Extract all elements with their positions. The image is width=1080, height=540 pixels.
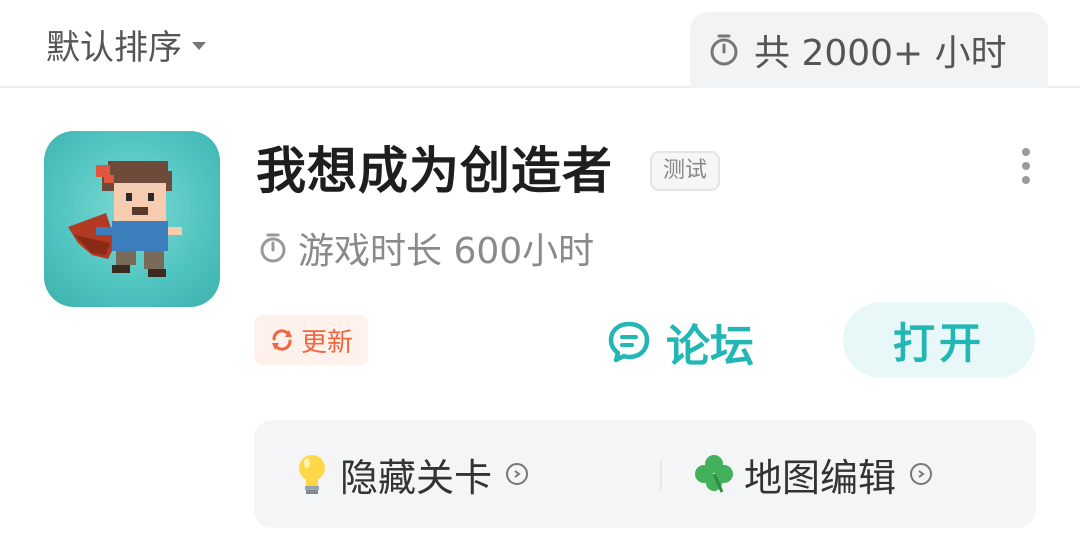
- total-playtime: 共 2000+ 小时: [690, 12, 1048, 88]
- chat-bubble-icon: [608, 321, 650, 363]
- stopwatch-icon: [710, 34, 738, 66]
- game-icon[interactable]: [44, 131, 220, 307]
- forum-label: 论坛: [666, 321, 754, 372]
- chevron-right-icon: [910, 463, 933, 485]
- sort-dropdown[interactable]: 默认排序: [46, 20, 206, 68]
- test-tag: 测试: [650, 151, 721, 191]
- open-button[interactable]: 打开: [843, 302, 1035, 378]
- game-title[interactable]: 我想成为创造者: [256, 140, 613, 202]
- sort-label: 默认排序: [46, 27, 182, 68]
- forum-button[interactable]: 论坛: [606, 310, 754, 374]
- feature-bar: 隐藏关卡 地图编辑: [254, 420, 1036, 528]
- update-label: 更新: [300, 327, 353, 358]
- feature-label: 地图编辑: [744, 455, 897, 500]
- feature-map-editor[interactable]: 地图编辑: [692, 420, 933, 528]
- update-button[interactable]: 更新: [254, 315, 368, 365]
- refresh-icon: [271, 329, 292, 351]
- more-options-icon[interactable]: [1018, 148, 1034, 184]
- game-playtime: 游戏时长 600小时: [258, 222, 594, 274]
- lightbulb-icon: [299, 455, 325, 494]
- stopwatch-icon: [260, 233, 286, 263]
- divider: [660, 460, 662, 490]
- clover-icon: [695, 455, 733, 493]
- total-playtime-text: 共 2000+ 小时: [754, 33, 1007, 74]
- playtime-text: 游戏时长 600小时: [298, 231, 595, 272]
- feature-hidden-level[interactable]: 隐藏关卡: [292, 420, 529, 528]
- feature-label: 隐藏关卡: [340, 455, 493, 500]
- caret-down-icon: [192, 42, 206, 50]
- top-bar: 默认排序 共 2000+ 小时: [0, 0, 1080, 88]
- pixel-character-icon: [68, 161, 182, 277]
- chevron-right-icon: [506, 463, 529, 485]
